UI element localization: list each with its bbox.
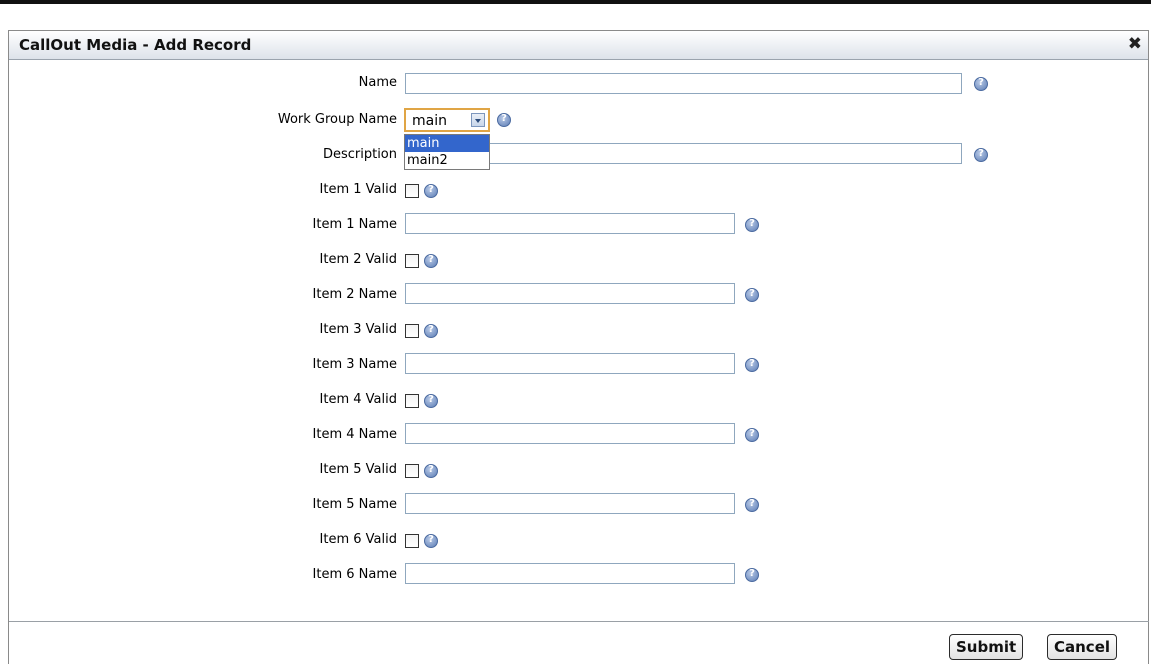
item4-name-input[interactable] xyxy=(405,423,735,444)
help-icon[interactable] xyxy=(424,534,438,548)
workgroup-selected-value: main xyxy=(412,113,447,129)
item2-valid-label: Item 2 Valid xyxy=(319,252,397,267)
item3-valid-label: Item 3 Valid xyxy=(319,322,397,337)
cancel-button[interactable]: Cancel xyxy=(1047,634,1118,660)
dialog-titlebar: CallOut Media - Add Record ✖ xyxy=(9,31,1148,60)
help-icon[interactable] xyxy=(497,113,511,127)
item1-name-input[interactable] xyxy=(405,213,735,234)
submit-button[interactable]: Submit xyxy=(949,634,1024,660)
item3-name-label: Item 3 Name xyxy=(312,357,397,372)
help-icon[interactable] xyxy=(974,77,988,91)
item6-name-label: Item 6 Name xyxy=(312,567,397,582)
help-icon[interactable] xyxy=(424,184,438,198)
description-label: Description xyxy=(322,147,397,162)
item1-valid-label: Item 1 Valid xyxy=(319,182,397,197)
help-icon[interactable] xyxy=(745,498,759,512)
item1-valid-checkbox[interactable] xyxy=(405,184,419,198)
item2-valid-checkbox[interactable] xyxy=(405,254,419,268)
help-icon[interactable] xyxy=(745,218,759,232)
workgroup-select[interactable]: main xyxy=(404,108,490,132)
item2-name-input[interactable] xyxy=(405,283,735,304)
item6-name-input[interactable] xyxy=(405,563,735,584)
help-icon[interactable] xyxy=(745,358,759,372)
help-icon[interactable] xyxy=(424,324,438,338)
item5-valid-label: Item 5 Valid xyxy=(319,462,397,477)
item1-name-label: Item 1 Name xyxy=(312,217,397,232)
help-icon[interactable] xyxy=(745,568,759,582)
item5-name-label: Item 5 Name xyxy=(312,497,397,512)
chevron-down-icon[interactable] xyxy=(471,113,485,127)
item4-valid-label: Item 4 Valid xyxy=(319,392,397,407)
item4-valid-checkbox[interactable] xyxy=(405,394,419,408)
help-icon[interactable] xyxy=(424,254,438,268)
help-icon[interactable] xyxy=(745,288,759,302)
top-border xyxy=(0,0,1151,4)
dialog-title: CallOut Media - Add Record xyxy=(19,36,252,54)
dropdown-option-main2[interactable]: main2 xyxy=(405,152,489,169)
workgroup-dropdown-list: main main2 xyxy=(404,134,490,170)
item5-name-input[interactable] xyxy=(405,493,735,514)
item3-valid-checkbox[interactable] xyxy=(405,324,419,338)
item4-name-label: Item 4 Name xyxy=(312,427,397,442)
item5-valid-checkbox[interactable] xyxy=(405,464,419,478)
name-input[interactable] xyxy=(405,73,962,94)
dropdown-option-main[interactable]: main xyxy=(405,135,489,152)
close-icon[interactable]: ✖ xyxy=(1128,34,1142,54)
help-icon[interactable] xyxy=(424,464,438,478)
help-icon[interactable] xyxy=(745,428,759,442)
item2-name-label: Item 2 Name xyxy=(312,287,397,302)
name-label: Name xyxy=(358,75,397,90)
help-icon[interactable] xyxy=(424,394,438,408)
item6-valid-label: Item 6 Valid xyxy=(319,532,397,547)
footer-divider xyxy=(9,621,1149,622)
workgroup-label: Work Group Name xyxy=(277,112,397,127)
help-icon[interactable] xyxy=(974,148,988,162)
item6-valid-checkbox[interactable] xyxy=(405,534,419,548)
item3-name-input[interactable] xyxy=(405,353,735,374)
